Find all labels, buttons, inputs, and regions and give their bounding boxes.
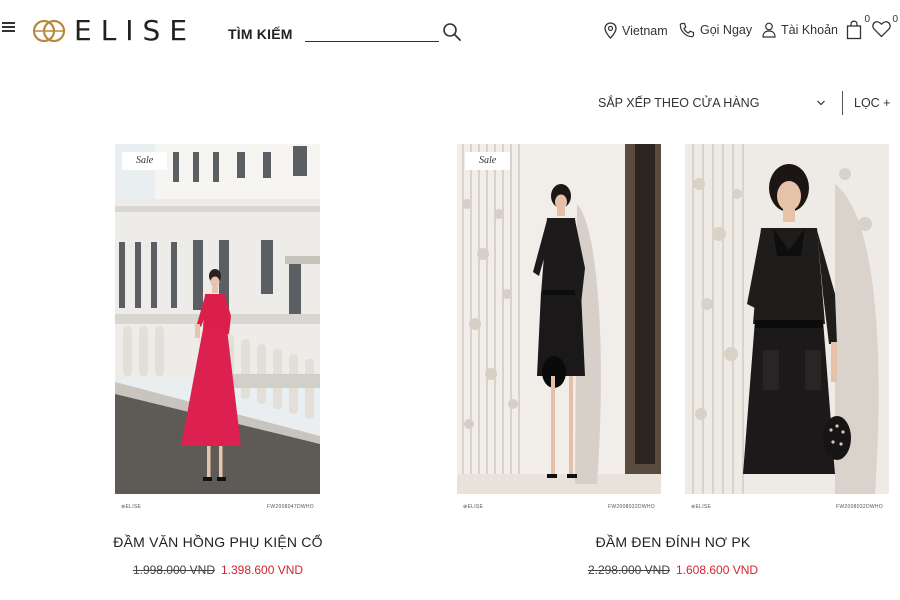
location-pin-icon [604, 22, 617, 39]
filter-button[interactable]: LỌC + [854, 96, 890, 110]
sort-label: SẮP XẾP THEO CỬA HÀNG [598, 96, 760, 110]
product-image-alt[interactable] [685, 144, 889, 494]
caption-code: FW2008047DWHO [267, 504, 314, 510]
search-icon[interactable] [442, 22, 462, 42]
heart-icon [872, 21, 891, 38]
search-input[interactable] [304, 24, 439, 42]
product-price: 1.998.000 VND 1.398.600 VND [68, 563, 368, 577]
user-icon [762, 22, 776, 38]
product-price: 2.298.000 VND 1.608.600 VND [523, 563, 823, 577]
brand-name: ELISE [74, 14, 197, 47]
country-selector[interactable]: Vietnam [604, 22, 668, 39]
caption-brand: ⊕ELISE [691, 504, 712, 510]
sale-price: 1.398.600 VND [221, 563, 304, 577]
country-label: Vietnam [622, 23, 668, 38]
caption-brand: ⊕ELISE [121, 504, 142, 510]
chevron-down-icon [817, 100, 825, 106]
cart-button[interactable]: 0 [846, 14, 870, 42]
original-price: 1.998.000 VND [132, 563, 215, 577]
brand-logo[interactable]: ELISE [32, 14, 196, 47]
image-caption-strip: ⊕ELISE FW2008032DWHO [685, 500, 889, 514]
account-link[interactable]: Tài Khoản [762, 22, 838, 38]
phone-icon [679, 22, 695, 38]
wishlist-button[interactable]: 0 [872, 14, 898, 42]
cart-count: 0 [864, 14, 870, 25]
caption-brand: ⊕ELISE [463, 504, 484, 510]
product-image[interactable] [457, 144, 661, 494]
call-label: Gọi Ngay [700, 23, 753, 37]
sale-badge: Sale [465, 152, 511, 170]
call-link[interactable]: Gọi Ngay [679, 22, 752, 38]
image-caption-strip: ⊕ELISE FW2008047DWHO [115, 500, 320, 514]
sort-dropdown[interactable]: SẮP XẾP THEO CỬA HÀNG [598, 96, 830, 110]
hamburger-menu-icon[interactable] [2, 20, 18, 36]
account-label: Tài Khoản [781, 23, 838, 37]
caption-code: FW2008032DWHO [836, 504, 883, 510]
toolbar-divider [842, 91, 843, 115]
search-label: TÌM KIẾM [228, 26, 293, 42]
search-bar: TÌM KIẾM [228, 23, 461, 42]
site-header: ELISE TÌM KIẾM Vietnam Gọi Ngay Tài Khoả… [0, 0, 900, 64]
product-name[interactable]: ĐẦM ĐEN ĐÍNH NƠ PK [523, 534, 823, 550]
sale-price: 1.608.600 VND [676, 563, 759, 577]
product-image[interactable] [115, 144, 320, 494]
image-caption-strip: ⊕ELISE FW2008032DWHO [457, 500, 661, 514]
wishlist-count: 0 [892, 14, 898, 25]
sale-badge: Sale [122, 152, 168, 170]
logo-mark-icon [32, 19, 66, 42]
original-price: 2.298.000 VND [587, 563, 670, 577]
product-name[interactable]: ĐẦM VĂN HỒNG PHỤ KIỆN CỔ [68, 534, 368, 550]
shopping-bag-icon [846, 20, 862, 40]
caption-code: FW2008032DWHO [608, 504, 655, 510]
